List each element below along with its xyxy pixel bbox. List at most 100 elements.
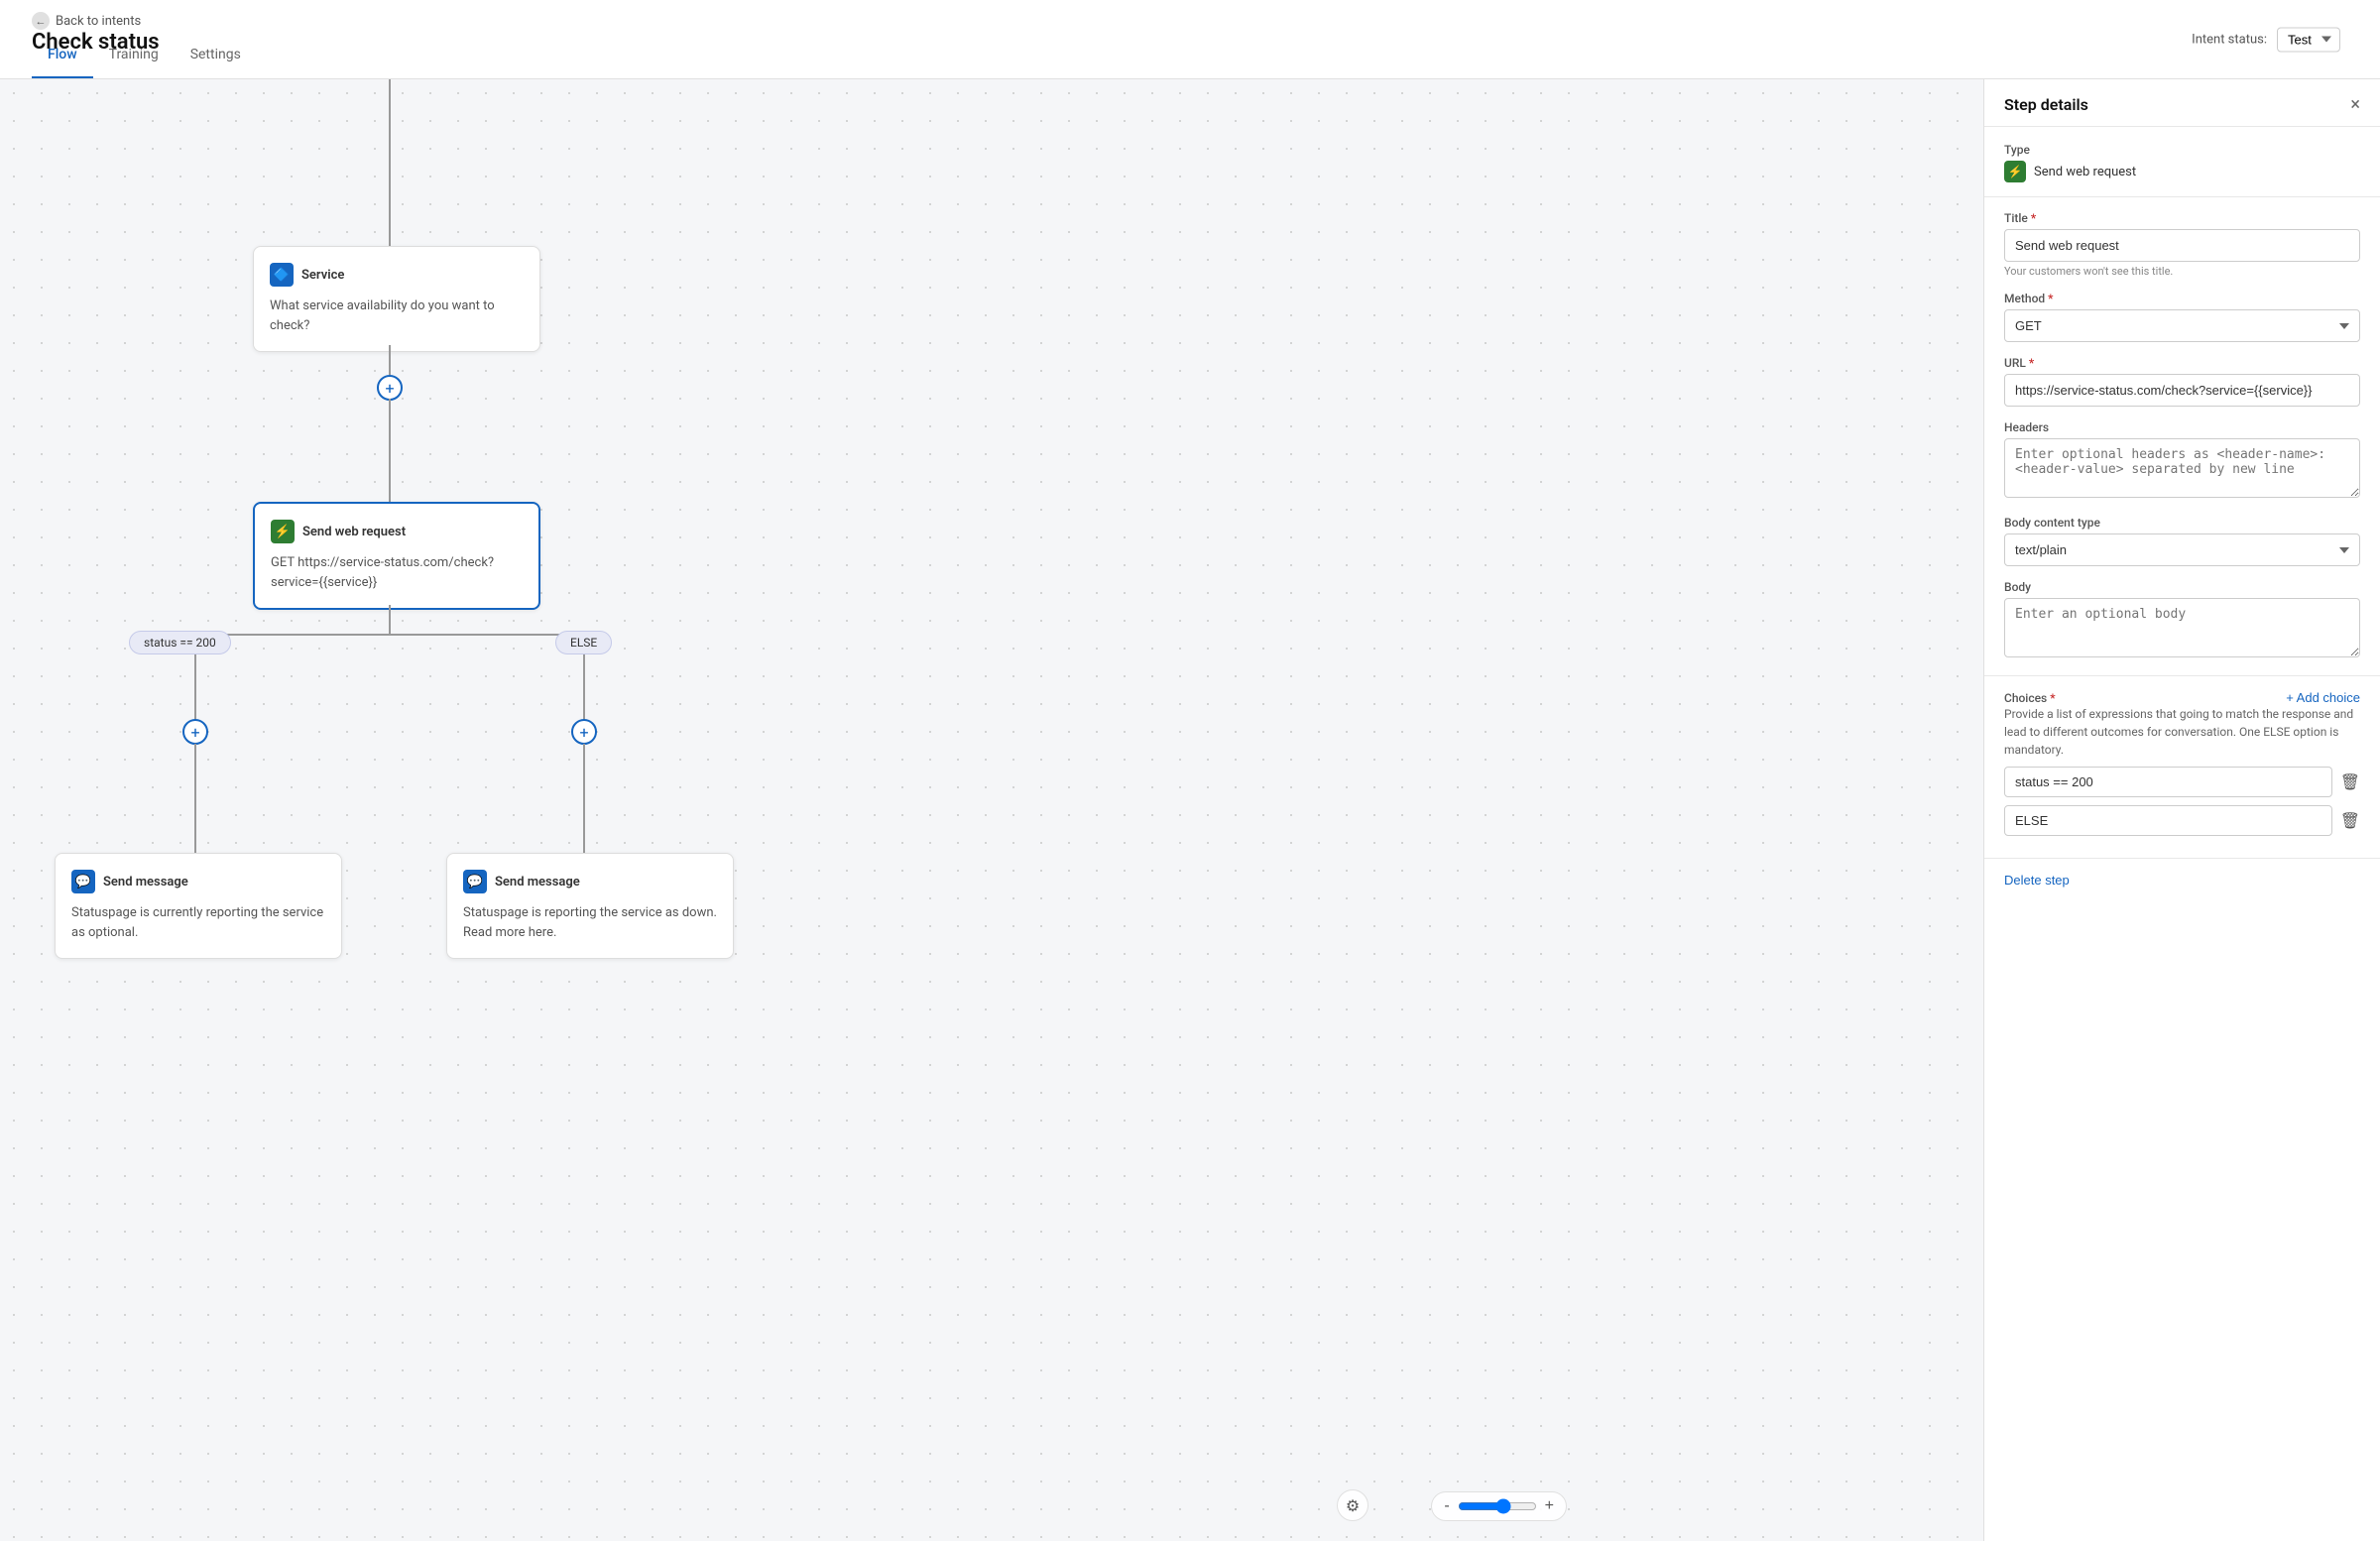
headers-textarea[interactable]	[2004, 438, 2360, 498]
plus-btn-left[interactable]: +	[182, 719, 208, 745]
type-value: Send web request	[2034, 165, 2136, 179]
headers-field-group: Headers	[2004, 420, 2360, 502]
method-required-star: *	[2048, 292, 2053, 305]
service-node[interactable]: 🔷 Service What service availability do y…	[253, 246, 540, 352]
body-content-type-label: Body content type	[2004, 516, 2360, 530]
intent-status-select[interactable]: Test Live	[2277, 27, 2340, 52]
choices-required-star: *	[2050, 691, 2055, 705]
title-required-star: *	[2031, 211, 2036, 225]
divider-3	[1984, 858, 2380, 859]
left-to-plus-left	[194, 654, 196, 722]
send-message-right-icon: 💬	[463, 870, 487, 893]
back-label: Back to intents	[56, 14, 141, 29]
back-arrow-icon: ←	[32, 12, 50, 30]
zoom-controls: - +	[1431, 1491, 1567, 1521]
service-node-body: What service availability do you want to…	[270, 296, 524, 335]
type-field: Type ⚡ Send web request	[2004, 143, 2360, 182]
send-message-left-icon: 💬	[71, 870, 95, 893]
divider-1	[1984, 196, 2380, 197]
send-message-left-title: Send message	[103, 875, 188, 889]
send-message-left-header: 💬 Send message	[71, 870, 325, 893]
title-field-group: Title * Your customers won't see this ti…	[2004, 211, 2360, 278]
body-field-label: Body	[2004, 580, 2360, 594]
panel-body: Type ⚡ Send web request Title * Your cus…	[1984, 127, 2380, 904]
choices-description: Provide a list of expressions that going…	[2004, 705, 2360, 759]
title-field-label: Title *	[2004, 211, 2360, 225]
service-node-icon: 🔷	[270, 263, 294, 287]
send-message-right-node[interactable]: 💬 Send message Statuspage is reporting t…	[446, 853, 734, 959]
send-message-left-node[interactable]: 💬 Send message Statuspage is currently r…	[55, 853, 342, 959]
url-field-group: URL *	[2004, 356, 2360, 407]
panel-title: Step details	[2004, 95, 2088, 114]
intent-status-row: Intent status: Test Live	[2192, 27, 2340, 52]
web-request-node-header: ⚡ Send web request	[271, 520, 523, 543]
branch-line	[194, 634, 583, 636]
send-web-request-node[interactable]: ⚡ Send web request GET https://service-s…	[253, 502, 540, 610]
method-field-group: Method * GET POST PUT PATCH DELETE	[2004, 292, 2360, 342]
connector-top-to-service	[389, 79, 391, 246]
zoom-out-button[interactable]: -	[1444, 1498, 1449, 1514]
send-message-right-title: Send message	[495, 875, 580, 889]
title-input[interactable]	[2004, 229, 2360, 262]
main-layout: 🔷 Service What service availability do y…	[0, 79, 2380, 1541]
delete-step-section: Delete step	[2004, 873, 2360, 889]
right-to-send-msg	[583, 744, 585, 853]
choice-badge-else: ELSE	[555, 631, 612, 654]
choices-header: Choices * + Add choice	[2004, 690, 2360, 705]
plus-btn-right[interactable]: +	[571, 719, 597, 745]
send-message-left-body: Statuspage is currently reporting the se…	[71, 903, 325, 942]
top-bar: ← Back to intents Check status Flow Trai…	[0, 0, 2380, 79]
close-panel-button[interactable]: ×	[2350, 96, 2360, 114]
body-textarea[interactable]	[2004, 598, 2360, 657]
body-content-type-group: Body content type text/plain application…	[2004, 516, 2360, 566]
choice-input-1[interactable]	[2004, 767, 2332, 797]
page-title: Check status	[32, 30, 160, 55]
title-hint: Your customers won't see this title.	[2004, 265, 2360, 278]
choices-field-label: Choices *	[2004, 691, 2056, 705]
canvas[interactable]: 🔷 Service What service availability do y…	[0, 79, 1983, 1541]
choice-row-1: 🗑	[2004, 767, 2360, 797]
zoom-slider[interactable]	[1458, 1498, 1537, 1514]
connector-plus-to-webrequest	[389, 399, 391, 502]
service-node-header: 🔷 Service	[270, 263, 524, 287]
send-message-right-header: 💬 Send message	[463, 870, 717, 893]
url-required-star: *	[2029, 356, 2034, 370]
type-row: ⚡ Send web request	[2004, 161, 2360, 182]
delete-choice-1-button[interactable]: 🗑	[2340, 772, 2360, 791]
body-field-group: Body	[2004, 580, 2360, 661]
delete-choice-2-button[interactable]: 🗑	[2340, 811, 2360, 830]
url-input[interactable]	[2004, 374, 2360, 407]
flow-container: 🔷 Service What service availability do y…	[0, 79, 1983, 1541]
tab-settings[interactable]: Settings	[175, 39, 257, 78]
service-node-title: Service	[301, 268, 344, 283]
zoom-in-button[interactable]: +	[1545, 1498, 1554, 1514]
step-details-panel: Step details × Type ⚡ Send web request T…	[1983, 79, 2380, 1541]
web-request-node-body: GET https://service-status.com/check?ser…	[271, 553, 523, 592]
left-to-send-msg	[194, 744, 196, 853]
plus-btn-1[interactable]: +	[377, 375, 403, 401]
connector-service-to-plus	[389, 345, 391, 375]
choices-section: Choices * + Add choice Provide a list of…	[2004, 690, 2360, 844]
send-message-right-body: Statuspage is reporting the service as d…	[463, 903, 717, 942]
choice-badge-status200: status == 200	[129, 631, 231, 654]
intent-status-label: Intent status:	[2192, 32, 2267, 47]
add-choice-button[interactable]: + Add choice	[2286, 690, 2360, 705]
choice-row-2: 🗑	[2004, 805, 2360, 836]
delete-step-button[interactable]: Delete step	[2004, 873, 2070, 888]
type-icon: ⚡	[2004, 161, 2026, 182]
settings-icon[interactable]: ⚙	[1337, 1489, 1368, 1521]
method-select[interactable]: GET POST PUT PATCH DELETE	[2004, 309, 2360, 342]
divider-2	[1984, 675, 2380, 676]
connector-webrequest-to-branch	[389, 605, 391, 635]
type-label: Type	[2004, 143, 2360, 157]
url-field-label: URL *	[2004, 356, 2360, 370]
method-field-label: Method *	[2004, 292, 2360, 305]
headers-field-label: Headers	[2004, 420, 2360, 434]
back-to-intents-link[interactable]: ← Back to intents	[32, 12, 141, 30]
web-request-node-icon: ⚡	[271, 520, 295, 543]
body-content-type-select[interactable]: text/plain application/json application/…	[2004, 533, 2360, 566]
choice-input-2[interactable]	[2004, 805, 2332, 836]
web-request-node-title: Send web request	[302, 525, 406, 539]
right-to-plus-right	[583, 654, 585, 722]
panel-header: Step details ×	[1984, 79, 2380, 127]
